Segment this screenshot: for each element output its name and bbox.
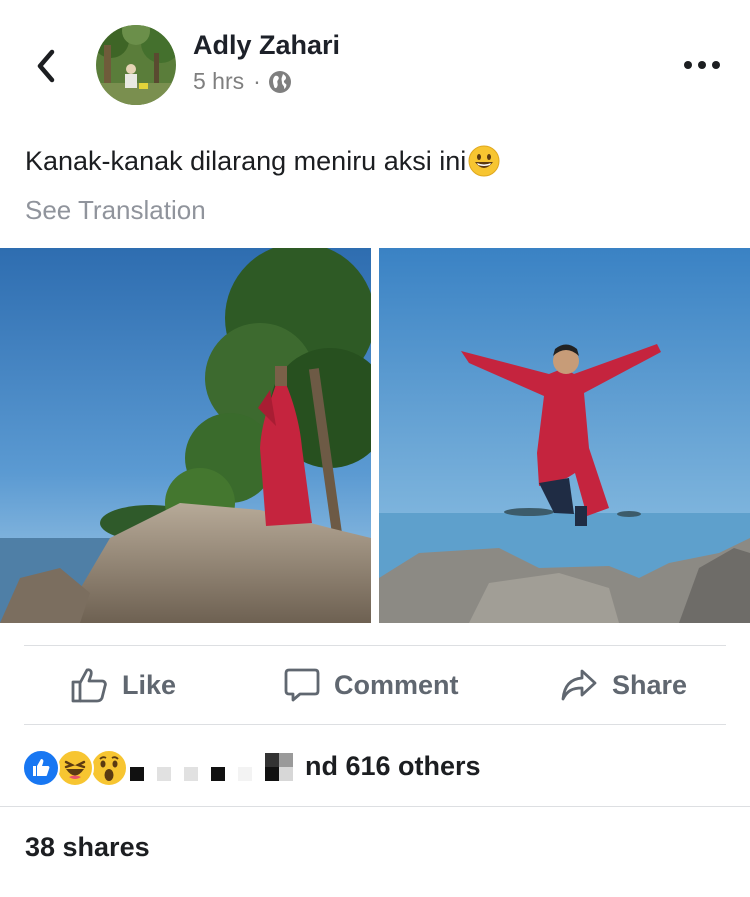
comment-bubble-icon [284,668,320,702]
wow-reaction-icon [90,749,128,787]
redacted-reactor-names[interactable] [130,750,300,786]
shares-divider [0,806,750,807]
like-reaction-icon [22,749,60,787]
caption-text: Kanak-kanak dilarang meniru aksi ini [25,145,467,176]
haha-reaction-icon [56,749,94,787]
meta-separator: · [253,68,261,94]
post-header: Adly Zahari 5 hrs · [0,0,750,120]
share-arrow-icon [561,669,597,701]
post-meta: 5 hrs · [193,68,292,95]
share-label: Share [612,669,688,700]
reaction-count-text[interactable]: nd 616 others [305,751,481,782]
author-avatar[interactable] [96,25,176,105]
post-time[interactable]: 5 hrs [193,68,244,95]
like-label: Like [122,669,177,700]
post-photo-2[interactable] [379,248,750,623]
comment-label: Comment [334,669,459,700]
like-button[interactable]: Like [70,645,176,725]
thumbs-up-icon [71,668,107,703]
comment-button[interactable]: Comment [284,645,459,725]
post-caption: Kanak-kanak dilarang meniru aksi ini [25,145,500,177]
share-button[interactable]: Share [560,645,687,725]
smiling-face-emoji-icon [468,145,500,177]
back-arrow-icon[interactable] [30,44,66,88]
post-photo-1[interactable] [0,248,371,623]
reaction-icons[interactable] [22,748,128,788]
more-options-icon[interactable] [678,52,726,78]
action-bar: Like Comment Share [0,645,750,725]
see-translation-link[interactable]: See Translation [25,195,206,226]
actions-bottom-divider [24,724,726,725]
shares-count[interactable]: 38 shares [25,832,150,863]
globe-icon [268,70,291,93]
author-name[interactable]: Adly Zahari [193,30,340,61]
